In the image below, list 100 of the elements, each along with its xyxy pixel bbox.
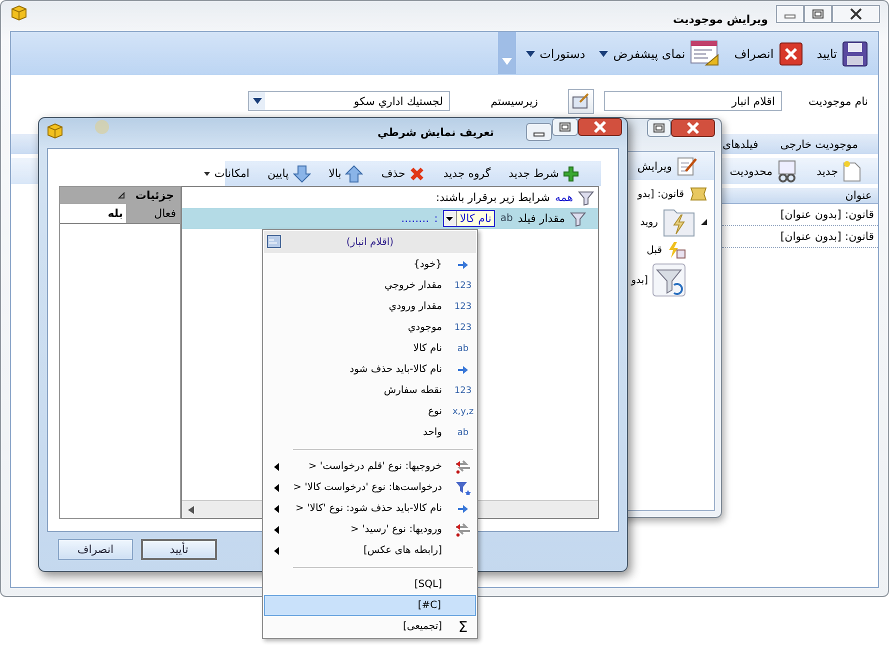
tree-item[interactable]: روید: [640, 216, 658, 228]
condition-label: مقدار فیلد: [518, 212, 565, 225]
menu-header: (اقلام انبار): [346, 236, 394, 248]
toolbar-button[interactable]: جدید: [814, 160, 864, 182]
dropdown-caret-icon: [204, 172, 210, 176]
field-dropdown[interactable]: نام کالا: [442, 210, 496, 227]
type-label: 123: [454, 302, 472, 312]
dropdown-caret-icon: [252, 98, 262, 104]
down-arrow-icon: [292, 164, 311, 182]
menu-item[interactable]: ورودیها: نوع 'رسید' <: [264, 519, 476, 540]
submenu-arrow-icon: [274, 505, 279, 513]
dropdown-caret-icon: [599, 50, 608, 56]
cancel-icon: [778, 42, 803, 66]
toolbar-button[interactable]: گروه جدید: [441, 167, 493, 180]
menu-item[interactable]: درخواست‌ها: نوع 'درخواست کالا' <: [264, 477, 476, 498]
close-icon[interactable]: [832, 5, 880, 23]
menu-item[interactable]: نام کالا-باید حذف شود: [264, 359, 476, 380]
relation-arrows-icon: [455, 522, 471, 536]
dialog-title: تعریف نمایش شرطي: [377, 125, 494, 139]
right-arrow-icon: [458, 260, 468, 268]
toolbar-button[interactable]: انصراف: [732, 42, 805, 66]
lightning-table-icon: [666, 241, 686, 259]
tree-item[interactable]: قانون: [بدو: [638, 188, 684, 200]
tree-item[interactable]: قبل: [646, 244, 662, 256]
submenu-arrow-icon: [274, 547, 279, 555]
dialog-button[interactable]: انصراف: [58, 539, 133, 560]
funnel-icon: [578, 190, 594, 206]
toolbar-button[interactable]: پایین: [265, 164, 313, 182]
maximize-icon[interactable]: [804, 5, 832, 23]
property-name: فعال: [153, 206, 177, 222]
menu-item[interactable]: [SQL]: [264, 574, 476, 595]
minimize-icon[interactable]: [776, 5, 804, 23]
field-label: نام موجودیت: [807, 94, 868, 108]
type-label: x,y,z: [452, 406, 474, 416]
maximize-icon[interactable]: [647, 119, 671, 137]
edit-document-icon: [676, 155, 698, 177]
menu-item[interactable]: {خود}: [264, 254, 476, 275]
cube-icon: [47, 123, 63, 139]
entity-name-field[interactable]: اقلام انبار: [604, 91, 782, 111]
toolbar-button[interactable]: محدودیت: [728, 159, 801, 183]
table-icon: [267, 235, 281, 248]
minimize-icon[interactable]: [526, 123, 552, 141]
menu-item[interactable]: خروجیها: نوع 'قلم درخواست' <: [264, 456, 476, 477]
right-arrow-icon: [458, 366, 468, 374]
menu-item[interactable]: نام کالا-باید حذف شود: نوع 'کالا' <: [264, 498, 476, 519]
toolbar-button[interactable]: ویرایش: [635, 155, 700, 177]
toolbar-button[interactable]: نمای پیشفرض: [597, 40, 722, 68]
dropdown-caret-icon: [446, 216, 454, 220]
property-value[interactable]: بله: [60, 204, 126, 223]
tab[interactable]: فیلدهای: [722, 138, 758, 150]
relation-arrows-icon: [455, 460, 471, 474]
expand-arrow-icon[interactable]: [700, 218, 708, 226]
new-document-icon: [842, 160, 862, 182]
collapse-icon: [118, 192, 126, 199]
type-label: 123: [454, 386, 472, 396]
type-label: 123: [454, 280, 472, 290]
tree-item[interactable]: [بدو: [631, 274, 648, 286]
dialog-button[interactable]: تأیید: [141, 539, 217, 560]
toolbar-button[interactable]: امکانات: [202, 167, 252, 180]
right-arrow-icon: [458, 504, 468, 512]
details-header[interactable]: جزئیات: [60, 187, 180, 204]
type-label: 123: [454, 322, 472, 332]
close-icon[interactable]: [578, 118, 622, 136]
tab[interactable]: موجودیت خارجی: [780, 138, 858, 150]
type-label: ab: [457, 344, 469, 354]
condition-text: شرایط زیر برقرار باشند:: [436, 191, 550, 204]
filter-star-icon: [455, 480, 471, 494]
submenu-arrow-icon: [274, 526, 279, 534]
operator[interactable]: :: [434, 212, 438, 225]
toolbar-button[interactable]: دستورات: [524, 46, 588, 60]
type-label: ab: [457, 428, 469, 438]
sigma-symbol: Σ: [458, 618, 468, 636]
subsystem-dropdown[interactable]: لجستيك اداري سكو: [248, 91, 450, 111]
submenu-arrow-icon: [274, 484, 279, 492]
plus-icon: [563, 166, 579, 182]
table-layout-icon: [690, 40, 720, 68]
toolbar-button[interactable]: تایید: [814, 40, 870, 66]
scroll-left-icon[interactable]: [188, 506, 194, 514]
type-label: ab: [500, 213, 513, 224]
scroll-icon: [688, 186, 708, 202]
funnel-icon: [570, 210, 586, 226]
delete-icon: [409, 166, 426, 182]
menu-item[interactable]: [رابطه های عکس]: [264, 540, 476, 561]
maximize-icon[interactable]: [552, 118, 578, 136]
browse-button[interactable]: [568, 88, 594, 114]
field-label: زیرسیستم: [490, 94, 538, 108]
toolbar-button[interactable]: بالا: [326, 164, 366, 182]
window-title: ویرایش موجودیت: [672, 12, 768, 26]
toolbar-button[interactable]: حذف: [379, 166, 428, 182]
cube-icon: [11, 5, 27, 21]
dropdown-caret-icon: [526, 50, 535, 56]
form-icon: [572, 93, 590, 109]
close-icon[interactable]: [671, 119, 715, 137]
up-arrow-icon: [345, 164, 364, 182]
funnel-icon: [652, 263, 686, 297]
toolbar-button[interactable]: شرط جدید: [506, 166, 581, 182]
menu-item[interactable]: [C#]: [264, 595, 476, 616]
quantifier-link[interactable]: همه: [554, 191, 573, 204]
value-placeholder[interactable]: ........: [401, 212, 430, 225]
column-header[interactable]: عنوان: [722, 188, 878, 204]
